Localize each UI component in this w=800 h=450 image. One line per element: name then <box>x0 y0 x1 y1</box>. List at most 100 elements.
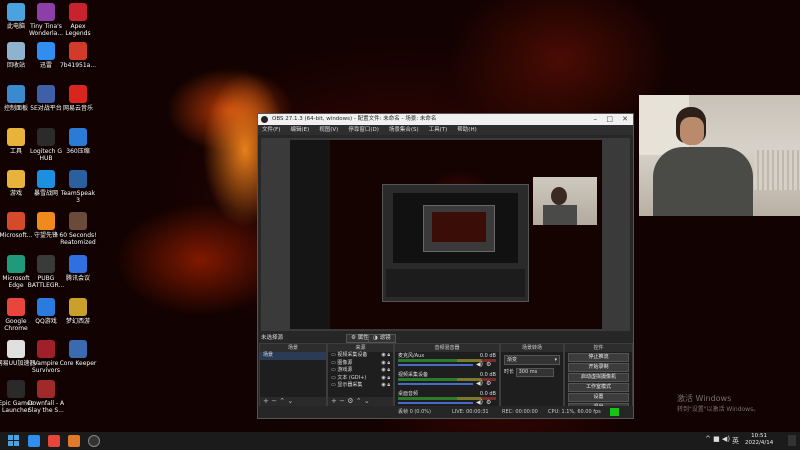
menu-item[interactable]: 文件(F) <box>262 125 280 135</box>
logitech-icon <box>37 128 55 146</box>
start-virtual-camera-button[interactable]: 启动虚拟摄像机 <box>568 373 629 382</box>
desktop-icon-label: Apex Legends <box>65 23 91 37</box>
duration-input[interactable]: 300 ms <box>515 368 554 377</box>
input-language[interactable]: 英 <box>732 436 739 446</box>
obs-icon[interactable] <box>88 435 100 447</box>
game-icon <box>37 380 55 398</box>
no-source-label: 未选择源 <box>261 335 284 341</box>
recycle-bin-icon <box>7 42 25 60</box>
qq-game-icon <box>37 298 55 316</box>
tray-icons[interactable]: ^ ■ ◀) <box>705 435 730 443</box>
speaker-icon[interactable]: ◀) <box>476 380 483 387</box>
move-up-icon[interactable]: ⌃ <box>356 397 362 405</box>
controls-title: 控件 <box>565 344 632 352</box>
desktop-icon[interactable]: 7b41951a... <box>58 42 98 69</box>
desktop-icon[interactable]: 360压缩 <box>58 128 98 155</box>
stream-health-indicator <box>610 408 619 416</box>
dropped-frames: 丢帧 0 (0.0%) <box>398 409 431 415</box>
menu-item[interactable]: 工具(T) <box>429 125 448 135</box>
move-up-icon[interactable]: ⌃ <box>279 397 285 405</box>
source-item[interactable]: ▭ 显示器采集 ◉ 🔒︎ <box>328 382 393 390</box>
desktop-icon[interactable]: Apex Legends <box>58 3 98 37</box>
meeting-icon <box>69 255 87 273</box>
desktop-icon[interactable]: 60 Seconds! Reatomized <box>58 212 98 246</box>
remove-scene-icon[interactable]: − <box>271 397 277 405</box>
obs-menu-bar: 文件(F) 编辑(E) 视图(V) 停靠窗口(D) 场景集合(S) 工具(T) 帮助(H) <box>258 125 633 135</box>
obs-title-bar[interactable]: OBS 27.1.3 (64-bit, windows) - 配置文件: 未命名… <box>258 114 633 125</box>
menu-item[interactable]: 编辑(E) <box>290 125 309 135</box>
desktop-icon-label: Core Keeper <box>59 360 97 367</box>
gear-icon[interactable]: ⚙ <box>486 399 491 406</box>
studio-mode-button[interactable]: 工作室模式 <box>568 383 629 392</box>
remove-source-icon[interactable]: − <box>339 397 345 405</box>
source-item[interactable]: ▭ 视频采集设备 ◉ 🔒︎ <box>328 352 393 360</box>
duration-label: 时长 <box>504 369 515 375</box>
menu-item[interactable]: 场景集合(S) <box>389 125 419 135</box>
menu-item[interactable]: 视图(V) <box>319 125 338 135</box>
add-scene-icon[interactable]: + <box>263 397 269 405</box>
audio-mixer-title: 音频混音器 <box>395 344 499 352</box>
speaker-icon[interactable]: ◀) <box>476 399 483 406</box>
maximize-icon[interactable]: □ <box>606 114 613 125</box>
transition-select[interactable]: 渐变 ▾ <box>504 355 560 365</box>
volume-slider[interactable] <box>398 402 473 404</box>
obs-preview[interactable] <box>261 138 630 331</box>
preview-desktop-icons <box>290 140 330 329</box>
sources-dock-title: 来源 <box>328 344 393 352</box>
visibility-icon[interactable]: ◉ 🔒︎ <box>381 375 393 383</box>
source-item[interactable]: ▭ 图像源 ◉ 🔒︎ <box>328 360 393 368</box>
volume-slider[interactable] <box>398 383 473 385</box>
notification-icon[interactable] <box>788 435 796 446</box>
gear-icon[interactable]: ⚙ <box>486 361 491 368</box>
desktop-icon[interactable]: Downfall - A Slay the S... <box>26 380 66 414</box>
speaker-icon[interactable]: ◀) <box>476 361 483 368</box>
desktop-icon[interactable]: 网易云音乐 <box>58 85 98 112</box>
add-source-icon[interactable]: + <box>331 397 337 405</box>
visibility-icon[interactable]: ◉ 🔒︎ <box>381 360 393 368</box>
move-down-icon[interactable]: ⌄ <box>364 397 370 405</box>
game-icon <box>37 3 55 21</box>
thunder-icon[interactable] <box>28 435 40 447</box>
source-item[interactable]: ▭ 游戏源 ◉ 🔒︎ <box>328 367 393 375</box>
office-icon <box>7 212 25 230</box>
visibility-icon[interactable]: ◉ 🔒︎ <box>381 367 393 375</box>
desktop-icon[interactable]: 腾讯会议 <box>58 255 98 282</box>
settings-button[interactable]: 设置 <box>568 393 629 402</box>
explorer-icon[interactable] <box>68 435 80 447</box>
mixer-channel-name: 桌面音频 <box>398 391 419 397</box>
game-icon <box>69 298 87 316</box>
mixer-channel-level: 0.0 dB <box>479 372 496 378</box>
apex-icon <box>69 3 87 21</box>
clock[interactable]: 10:51 2022/4/14 <box>745 433 773 447</box>
game-platform-icon <box>37 85 55 103</box>
windows-activation-watermark: 激活 Windows 转到"设置"以激活 Windows。 <box>677 394 760 413</box>
music-icon <box>69 85 87 103</box>
visibility-icon[interactable]: ◉ 🔒︎ <box>381 352 393 360</box>
chrome-icon[interactable] <box>48 435 60 447</box>
volume-slider[interactable] <box>398 364 473 366</box>
source-settings-icon[interactable]: ⚙ <box>347 397 353 405</box>
desktop-icon-label: Downfall - A Slay the S... <box>27 400 65 414</box>
visibility-icon[interactable]: ◉ 🔒︎ <box>381 382 393 390</box>
menu-item[interactable]: 停靠窗口(D) <box>348 125 379 135</box>
status-bar: 丢帧 0 (0.0%) LIVE: 00:00:31 REC: 00:00:00… <box>258 406 633 418</box>
stop-streaming-button[interactable]: 停止推流 <box>568 353 629 362</box>
scenes-dock-title: 场景 <box>260 344 326 352</box>
preview-webcam <box>533 177 597 225</box>
desktop-icon[interactable]: 梦幻西游 <box>58 298 98 325</box>
filters-button[interactable]: ◑ 滤镜 <box>368 334 396 343</box>
close-icon[interactable]: ✕ <box>622 114 628 125</box>
gear-icon[interactable]: ⚙ <box>486 380 491 387</box>
source-item[interactable]: ▭ 文本 (GDI+) ◉ 🔒︎ <box>328 375 393 383</box>
scene-item[interactable]: 场景 <box>260 352 326 360</box>
obs-window[interactable]: OBS 27.1.3 (64-bit, windows) - 配置文件: 未命名… <box>257 113 634 419</box>
desktop-icon[interactable]: Core Keeper <box>58 340 98 367</box>
move-down-icon[interactable]: ⌄ <box>287 397 293 405</box>
menu-item[interactable]: 帮助(H) <box>457 125 476 135</box>
obs-title-text: OBS 27.1.3 (64-bit, windows) - 配置文件: 未命名… <box>272 116 437 122</box>
desktop-icon[interactable]: TeamSpeak 3 <box>58 170 98 204</box>
start-recording-button[interactable]: 开始录制 <box>568 363 629 372</box>
start-icon[interactable] <box>8 435 20 447</box>
controls-dock: 控件 停止推流开始录制启动虚拟摄像机工作室模式设置退出 <box>564 343 633 412</box>
minimize-icon[interactable]: – <box>594 114 598 125</box>
